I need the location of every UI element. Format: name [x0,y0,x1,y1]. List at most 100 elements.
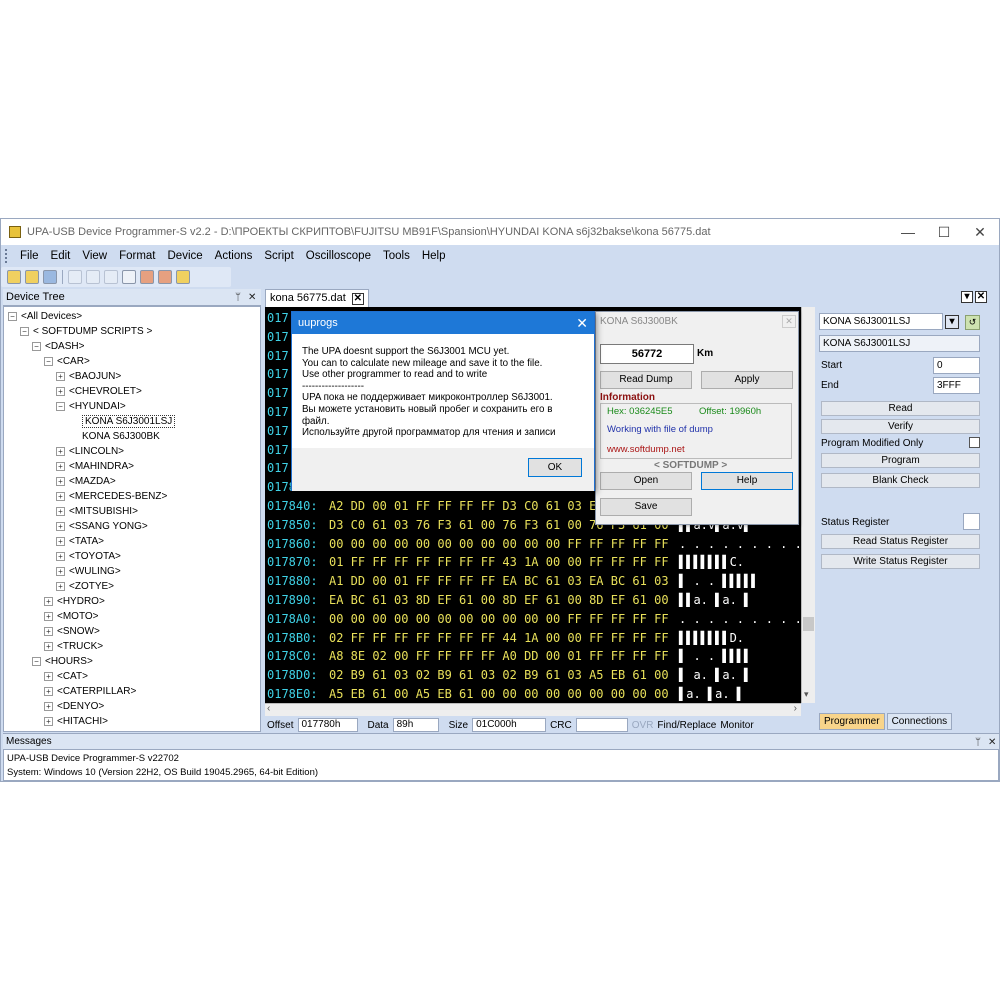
panel-menu-icon[interactable]: ▾ [961,291,973,303]
panel-close-icon[interactable]: ✕ [975,291,987,303]
refresh-icon[interactable]: ↺ [965,315,980,330]
device-select[interactable]: KONA S6J3001LSJ [819,313,943,330]
tree-node[interactable]: + <SNOW> [44,624,100,639]
menu-actions[interactable]: Actions [209,245,259,267]
minimize-button[interactable]: — [889,219,927,245]
expand-icon[interactable]: + [56,537,65,546]
tab-connections[interactable]: Connections [886,713,953,730]
tree-node[interactable]: − <DASH> [32,339,84,354]
properties-icon[interactable] [122,270,136,284]
tree-node[interactable]: + <HITACHI> [44,714,108,729]
expand-icon[interactable]: + [56,372,65,381]
expand-icon[interactable]: + [44,687,53,696]
end-field[interactable]: 3FFF [933,377,980,394]
tree-node[interactable]: KONA S6J3001LSJ [82,414,176,429]
crc-field[interactable] [575,718,628,732]
tree-node[interactable]: + <DENYO> [44,699,104,714]
offset-field[interactable]: 017780h [297,718,358,732]
collapse-icon[interactable]: − [56,402,65,411]
expand-icon[interactable]: + [56,492,65,501]
tree-node[interactable]: + <CATERPILLAR> [44,684,136,699]
scroll-thumb[interactable] [803,617,814,631]
tree-node[interactable]: + <LINCOLN> [56,444,124,459]
menu-oscilloscope[interactable]: Oscilloscope [300,245,377,267]
expand-icon[interactable]: + [56,477,65,486]
tab-close-icon[interactable]: ✕ [351,292,364,305]
tree-node[interactable]: + <TRUCK> [44,639,103,654]
open-button[interactable]: Open [600,472,692,490]
paste-icon[interactable] [104,270,118,284]
scroll-down-icon[interactable]: ▾ [804,689,809,700]
expand-icon[interactable]: + [56,567,65,576]
save-icon[interactable] [43,270,57,284]
save-button[interactable]: Save [600,498,692,516]
toolbar-grip[interactable] [5,249,8,263]
read-dump-button[interactable]: Read Dump [600,371,692,389]
program-button[interactable]: Program [821,453,980,468]
expand-icon[interactable]: + [56,582,65,591]
new-file-icon[interactable] [7,270,21,284]
blank-check-button[interactable]: Blank Check [821,473,980,488]
apply-button[interactable]: Apply [701,371,793,389]
close-panel-icon[interactable]: ✕ [248,289,256,306]
expand-icon[interactable]: + [56,387,65,396]
horizontal-scrollbar[interactable]: ‹ › [265,703,801,716]
softdump-url[interactable]: www.softdump.net [607,444,685,455]
menu-help[interactable]: Help [416,245,452,267]
expand-icon[interactable]: + [56,507,65,516]
collapse-icon[interactable]: − [20,327,29,336]
menu-device[interactable]: Device [162,245,209,267]
expand-icon[interactable]: + [44,642,53,651]
ok-button[interactable]: OK [528,458,582,477]
read-status-register-button[interactable]: Read Status Register [821,534,980,549]
tree-node[interactable]: + <MAHINDRA> [56,459,134,474]
collapse-icon[interactable]: − [44,357,53,366]
tree-node[interactable]: + <CAT> [44,669,88,684]
cut-icon[interactable] [68,270,82,284]
help-button[interactable]: Help [701,472,793,490]
tree-node[interactable]: − <CAR> [44,354,90,369]
expand-icon[interactable]: + [44,702,53,711]
write-status-register-button[interactable]: Write Status Register [821,554,980,569]
tree-node[interactable]: − <All Devices> [8,309,82,324]
sum-icon[interactable] [176,270,190,284]
vertical-scrollbar[interactable]: ▾ [801,307,815,703]
tree-node[interactable]: + <MERCEDES-BENZ> [56,489,167,504]
expand-icon[interactable]: + [56,447,65,456]
tree-node[interactable]: + <MAZDA> [56,474,116,489]
read-button[interactable]: Read [821,401,980,416]
size-field[interactable]: 01C000h [472,718,547,732]
collapse-icon[interactable]: − [32,342,41,351]
copy-icon[interactable] [86,270,100,284]
expand-icon[interactable]: + [44,717,53,726]
scroll-left-icon[interactable]: ‹ [267,703,270,714]
debug-icon[interactable] [158,270,172,284]
close-button[interactable]: ✕ [961,219,999,245]
collapse-icon[interactable]: − [8,312,17,321]
tree-node[interactable]: + <ZOTYE> [56,579,114,594]
status-register-field[interactable] [963,513,980,530]
expand-icon[interactable]: + [44,597,53,606]
menu-format[interactable]: Format [113,245,161,267]
tree-node[interactable]: + <MITSUBISHI> [56,504,138,519]
data-field[interactable]: 89h [392,718,439,732]
expand-icon[interactable]: + [56,522,65,531]
softdump-close-icon[interactable]: ✕ [782,315,796,328]
dropdown-arrow-icon[interactable]: ▾ [945,315,959,329]
program-modified-checkbox[interactable] [969,437,980,448]
menu-script[interactable]: Script [258,245,299,267]
scroll-right-icon[interactable]: › [794,703,797,714]
expand-icon[interactable]: + [44,627,53,636]
collapse-icon[interactable]: − [32,657,41,666]
tree-node[interactable]: + <TOYOTA> [56,549,121,564]
pin-icon[interactable]: ᛘ [235,289,241,306]
tree-node[interactable]: + <MOTO> [44,609,99,624]
tree-node[interactable]: + <BAOJUN> [56,369,121,384]
monitor-link[interactable]: Monitor [720,720,753,731]
mileage-input[interactable]: 56772 [600,344,694,364]
start-field[interactable]: 0 [933,357,980,374]
open-folder-icon[interactable] [25,270,39,284]
dialog-close-icon[interactable]: ✕ [576,312,588,334]
verify-button[interactable]: Verify [821,419,980,434]
tree-node[interactable]: − < SOFTDUMP SCRIPTS > [20,324,152,339]
